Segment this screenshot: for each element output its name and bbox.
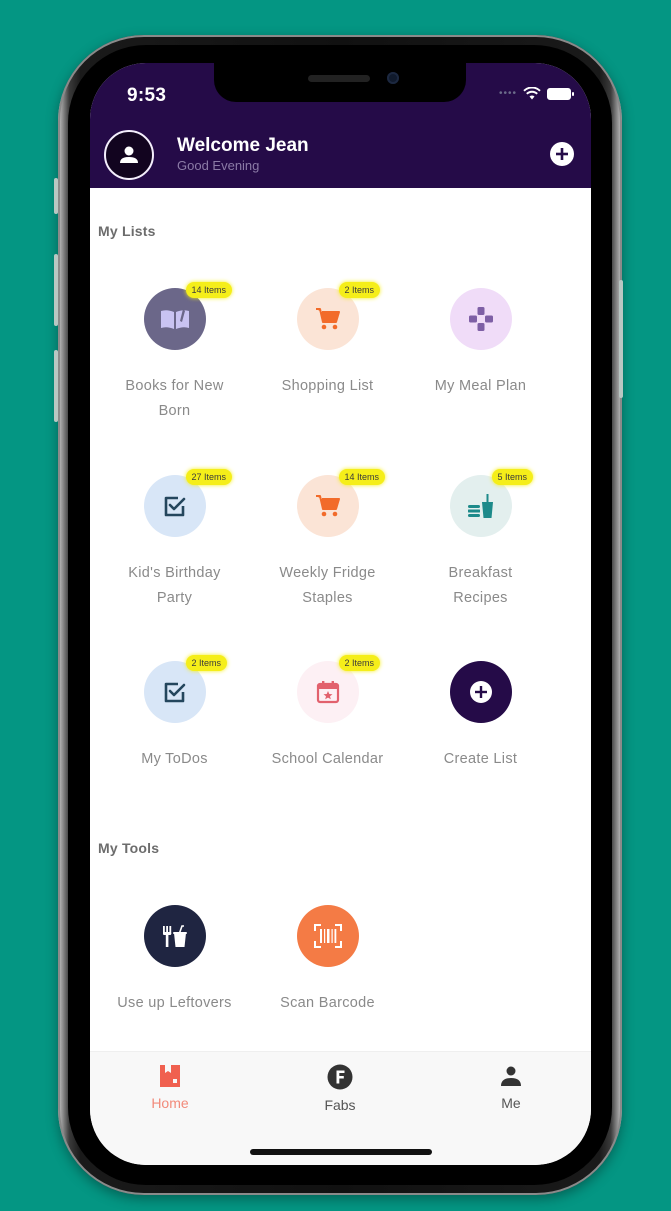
- phone-side-button-volume-up: [54, 254, 58, 326]
- signal-dots-icon: ••••: [498, 88, 517, 99]
- list-icon-circle: 5 Items: [449, 469, 534, 537]
- checkbox-icon: [164, 682, 185, 703]
- phone-side-button-power: [619, 280, 623, 398]
- list-icon-circle: 27 Items: [143, 469, 233, 537]
- list-label: Kid's Birthday Party: [128, 565, 221, 606]
- tool-icon-circle: [143, 905, 206, 967]
- tool-label: Use up Leftovers: [117, 995, 232, 1011]
- list-icon-circle: 14 Items: [296, 469, 386, 537]
- front-camera: [387, 72, 399, 84]
- list-icon-circle: 2 Items: [296, 655, 381, 723]
- battery-icon: [547, 87, 574, 100]
- phone-side-button-volume-down: [54, 350, 58, 422]
- home-list-icon: [160, 1065, 180, 1087]
- status-time: 9:53: [127, 85, 167, 106]
- list-label: Create List: [443, 751, 518, 767]
- checkbox-icon: [164, 496, 185, 517]
- user-icon: [120, 146, 138, 163]
- list-tile-my-meal-plan[interactable]: My Meal Plan: [404, 288, 557, 399]
- list-icon-circle: [449, 661, 512, 723]
- list-label: School Calendar: [271, 751, 384, 767]
- list-icon-circle: [449, 288, 512, 350]
- tool-tile-scan-barcode[interactable]: Scan Barcode: [251, 905, 404, 1016]
- list-label: Shopping List: [281, 378, 374, 394]
- item-count-badge: 27 Items: [185, 469, 233, 485]
- item-count-badge: 2 Items: [338, 655, 381, 671]
- tool-label: Scan Barcode: [280, 995, 375, 1011]
- tab-me[interactable]: Me: [461, 1064, 561, 1111]
- welcome-title: Welcome Jean: [177, 135, 309, 156]
- tab-label: Fabs: [324, 1097, 356, 1113]
- create-list-button[interactable]: Create List: [404, 661, 557, 772]
- item-count-badge: 14 Items: [185, 282, 233, 298]
- app-screen: 9:53 •••• Welcome Jean Good Evening My L…: [90, 63, 591, 1165]
- bottom-tab-bar: Home Fabs Me: [90, 1051, 591, 1165]
- list-tile-my-todos[interactable]: 2 Items My ToDos: [98, 655, 251, 772]
- item-count-badge: 2 Items: [185, 655, 228, 671]
- wifi-icon: [523, 87, 541, 100]
- status-icons: ••••: [498, 87, 574, 100]
- item-count-badge: 14 Items: [338, 469, 386, 485]
- list-tile-weekly-fridge-staples[interactable]: 14 Items Weekly Fridge Staples: [251, 469, 404, 611]
- header-add-button[interactable]: [550, 142, 574, 166]
- plus-circle-icon: [556, 148, 568, 160]
- burger-drink-icon: [467, 494, 493, 518]
- tab-label: Me: [501, 1095, 521, 1111]
- tool-icon-circle: [296, 905, 359, 967]
- my-tools-title: My Tools: [98, 840, 160, 856]
- open-book-icon: [160, 309, 189, 329]
- list-tile-shopping-list[interactable]: 2 Items Shopping List: [251, 282, 404, 399]
- list-tile-school-calendar[interactable]: 2 Items School Calendar: [251, 655, 404, 772]
- list-label: My Meal Plan: [434, 378, 527, 394]
- greeting-subtitle: Good Evening: [177, 158, 260, 173]
- tab-fabs[interactable]: Fabs: [290, 1064, 390, 1113]
- list-label: Books for New Born: [125, 378, 224, 419]
- item-count-badge: 5 Items: [491, 469, 534, 485]
- avatar-button[interactable]: [104, 130, 154, 180]
- meal-plan-icon: [468, 307, 493, 331]
- list-label: My ToDos: [141, 751, 208, 767]
- shopping-cart-icon: [315, 308, 340, 330]
- fabs-f-icon: [327, 1064, 353, 1090]
- person-icon: [501, 1066, 521, 1086]
- tab-home[interactable]: Home: [120, 1064, 220, 1111]
- tool-tile-use-up-leftovers[interactable]: Use up Leftovers: [98, 905, 251, 1016]
- fork-drink-icon: [162, 925, 187, 947]
- list-icon-circle: 2 Items: [143, 655, 228, 723]
- shopping-cart-icon: [315, 495, 340, 517]
- list-label: Breakfast Recipes: [448, 565, 513, 606]
- list-tile-breakfast-recipes[interactable]: 5 Items Breakfast Recipes: [404, 469, 557, 611]
- notch: [214, 63, 466, 102]
- list-tile-kids-birthday-party[interactable]: 27 Items Kid's Birthday Party: [98, 469, 251, 611]
- list-icon-circle: 14 Items: [143, 282, 233, 350]
- list-icon-circle: 2 Items: [296, 282, 381, 350]
- calendar-star-icon: [316, 681, 339, 704]
- phone-side-button-silent: [54, 178, 58, 214]
- my-lists-title: My Lists: [98, 223, 156, 239]
- plus-circle-icon: [469, 681, 492, 703]
- item-count-badge: 2 Items: [338, 282, 381, 298]
- list-tile-books-for-new-born[interactable]: 14 Items Books for New Born: [98, 282, 251, 424]
- list-label: Weekly Fridge Staples: [279, 565, 376, 606]
- home-indicator[interactable]: [250, 1149, 432, 1155]
- app-header: 9:53 •••• Welcome Jean Good Evening: [90, 63, 591, 188]
- speaker-grille: [308, 75, 370, 82]
- barcode-scan-icon: [313, 924, 342, 948]
- tab-label: Home: [151, 1095, 189, 1111]
